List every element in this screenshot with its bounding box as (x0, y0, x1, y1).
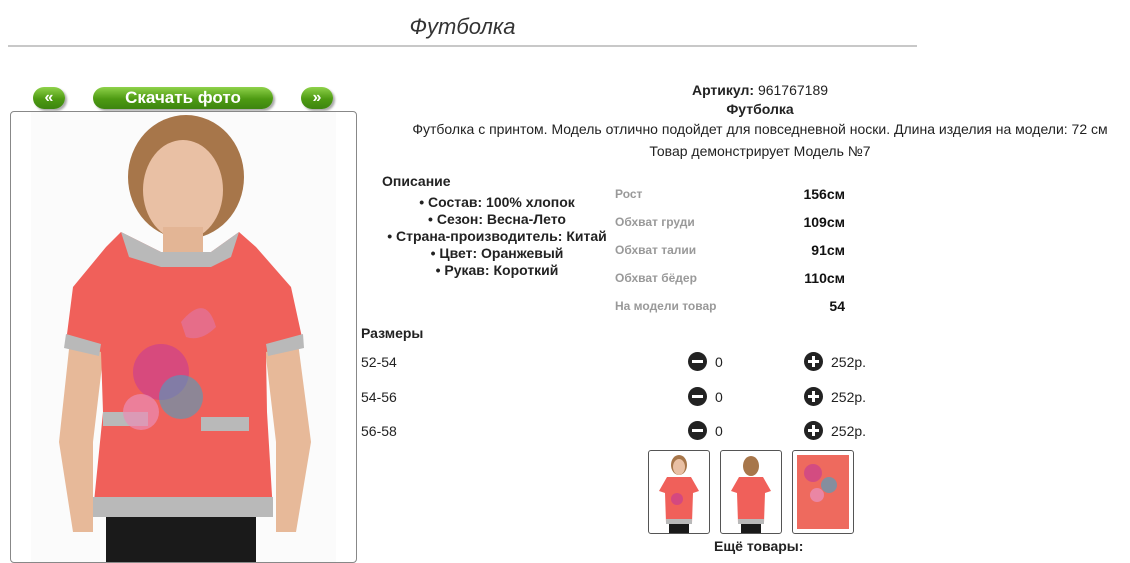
increase-qty-icon[interactable] (804, 421, 823, 440)
thumbnail-image (797, 455, 849, 529)
thumbnail-image (731, 456, 771, 533)
decrease-qty-icon[interactable] (688, 421, 707, 440)
decrease-qty-icon[interactable] (688, 352, 707, 371)
price-value: 252р. (831, 389, 867, 405)
param-value: 109см (803, 214, 845, 230)
article-label: Артикул: (691, 82, 755, 98)
feature-item: Цвет: Оранжевый (372, 245, 622, 262)
size-label: 54-56 (361, 389, 397, 405)
prev-photo-button[interactable]: « (33, 87, 65, 109)
param-label: Обхват груди (615, 215, 695, 229)
increase-qty-icon[interactable] (804, 387, 823, 406)
size-row: 54-56 0 252р. (361, 386, 881, 408)
size-row: 56-58 0 252р. (361, 420, 881, 442)
param-row: Обхват талии 91см (615, 236, 845, 264)
quantity-value: 0 (715, 423, 723, 439)
download-photo-button[interactable]: Скачать фото (93, 87, 273, 109)
param-label: Обхват бёдер (615, 271, 697, 285)
sizes-title: Размеры (361, 325, 424, 341)
quantity-value: 0 (715, 354, 723, 370)
feature-item: Рукав: Короткий (372, 262, 622, 279)
param-row: На модели товар 54 (615, 292, 845, 320)
quantity-value: 0 (715, 389, 723, 405)
features-title: Описание (382, 173, 451, 189)
size-label: 52-54 (361, 354, 397, 370)
product-description: Футболка с принтом. Модель отлично подой… (412, 121, 1108, 137)
more-products-label: Ещё товары: (714, 538, 804, 554)
param-value: 54 (829, 298, 845, 314)
param-value: 91см (811, 242, 845, 258)
product-name: Футболка (726, 101, 794, 117)
thumbnail-image (659, 455, 699, 533)
feature-item: Сезон: Весна-Лето (372, 211, 622, 228)
size-row: 52-54 0 252р. (361, 351, 881, 373)
thumbnail-front[interactable] (648, 450, 710, 534)
price-value: 252р. (831, 354, 867, 370)
param-label: Рост (615, 187, 643, 201)
increase-qty-icon[interactable] (804, 352, 823, 371)
param-row: Обхват бёдер 110см (615, 264, 845, 292)
size-label: 56-58 (361, 423, 397, 439)
price-value: 252р. (831, 423, 867, 439)
features-list: Состав: 100% хлопок Сезон: Весна-Лето Ст… (372, 194, 622, 279)
feature-item: Состав: 100% хлопок (372, 194, 622, 211)
article-line: Артикул: 961767189 (360, 82, 1130, 98)
param-label: На модели товар (615, 299, 717, 313)
thumbnail-print-detail[interactable] (792, 450, 854, 534)
page-title: Футболка (409, 14, 516, 39)
param-row: Рост 156см (615, 180, 845, 208)
param-row: Обхват груди 109см (615, 208, 845, 236)
model-params-table: Рост 156см Обхват груди 109см Обхват талии… (615, 180, 845, 320)
next-photo-button[interactable]: » (301, 87, 333, 109)
product-photo[interactable] (10, 111, 357, 563)
title-divider (8, 45, 917, 47)
feature-item: Страна-производитель: Китай (372, 228, 622, 245)
param-value: 110см (804, 270, 845, 286)
param-value: 156см (803, 186, 845, 202)
thumbnail-back[interactable] (720, 450, 782, 534)
article-value: 961767189 (757, 82, 829, 98)
decrease-qty-icon[interactable] (688, 387, 707, 406)
model-photo-illustration (31, 112, 336, 562)
model-note: Товар демонстрирует Модель №7 (649, 143, 871, 159)
param-label: Обхват талии (615, 243, 697, 257)
